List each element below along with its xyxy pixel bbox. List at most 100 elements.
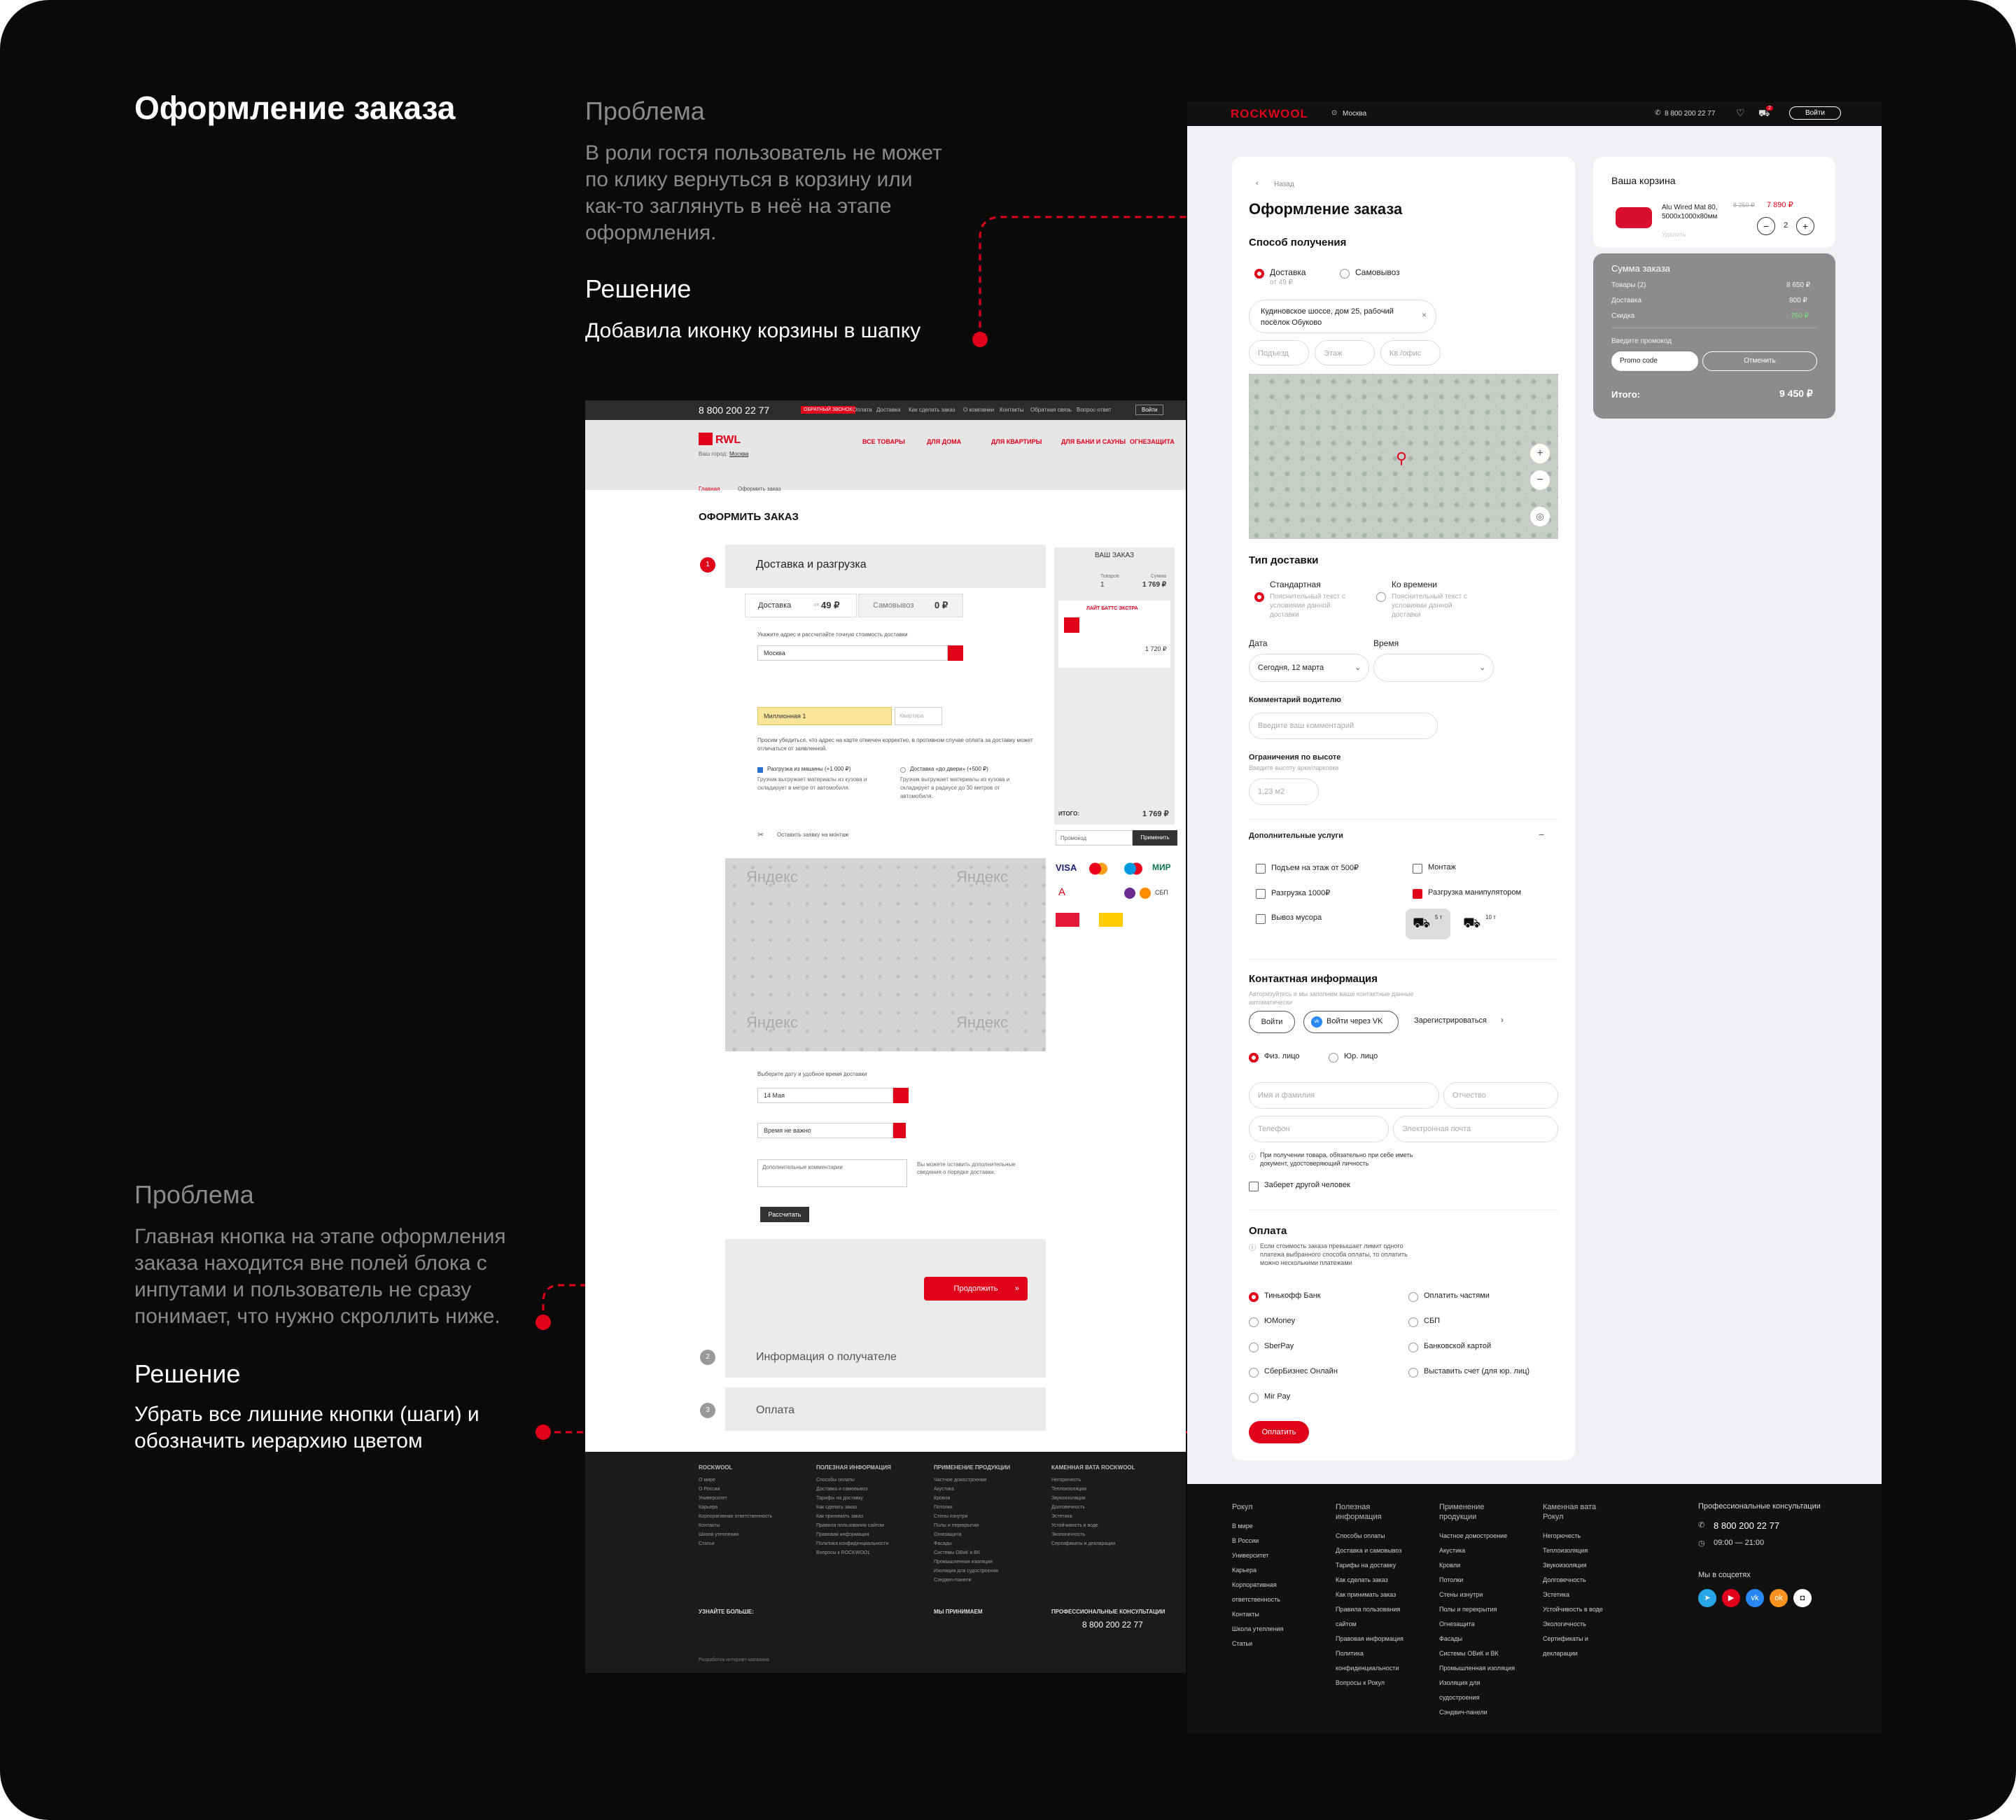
old-top-link[interactable]: Оплата <box>853 407 872 413</box>
other-person-checkbox[interactable] <box>1249 1182 1259 1191</box>
footer-link[interactable]: Изоляция для судостроения <box>1439 1676 1516 1705</box>
footer-link[interactable]: Политика конфиденциальности <box>816 1539 891 1548</box>
footer-link[interactable]: Корпоративная ответственность <box>1232 1578 1309 1607</box>
height-field[interactable]: 1,23 м2 <box>1249 778 1319 805</box>
footer-link[interactable]: Вопросы к Рокул <box>1336 1676 1413 1690</box>
footer-link[interactable]: Правила пользования сайтом <box>1336 1602 1413 1632</box>
footer-link[interactable]: Долговечность <box>1051 1503 1135 1512</box>
old-breadcrumb-home[interactable]: Главная <box>699 486 720 492</box>
old-time-dropdown[interactable] <box>893 1123 906 1138</box>
collapse-icon[interactable]: − <box>1539 829 1544 840</box>
cart-delete-link[interactable]: Удалить <box>1662 231 1686 238</box>
vk-icon[interactable]: vk <box>1746 1589 1764 1607</box>
footer-link[interactable]: Статьи <box>1232 1637 1309 1651</box>
company-radio[interactable] <box>1329 1053 1338 1063</box>
footer-link[interactable]: В мире <box>1232 1519 1309 1534</box>
old-calc-button[interactable]: Рассчитать <box>760 1207 809 1222</box>
old-tab-delivery[interactable]: Доставка от 49 ₽ <box>745 594 857 617</box>
footer-link[interactable]: Акустика <box>934 1485 1010 1494</box>
footer-link[interactable]: Огнезащита <box>1439 1617 1516 1632</box>
person-radio[interactable] <box>1249 1053 1259 1063</box>
footer-link[interactable]: Университет <box>699 1494 772 1503</box>
footer-link[interactable]: Кровли <box>934 1494 1010 1503</box>
old-top-link[interactable]: Контакты <box>1000 407 1024 413</box>
footer-link[interactable]: Контакты <box>699 1521 772 1530</box>
old-calendar-icon[interactable] <box>893 1088 909 1103</box>
truck-5t-option[interactable]: ⛟ 5 т <box>1406 909 1450 939</box>
footer-link[interactable]: Вопросы к ROCKWOOL <box>816 1548 891 1558</box>
footer-link[interactable]: Фасады <box>934 1539 1010 1548</box>
old-street-field[interactable]: Миллионная 1 <box>757 707 892 725</box>
payment-radio[interactable] <box>1249 1368 1259 1378</box>
new-city[interactable]: Москва <box>1343 110 1366 118</box>
old-install-link[interactable]: Оставить заявку на монтаж <box>777 832 848 838</box>
old-phone[interactable]: 8 800 200 22 77 <box>699 405 769 416</box>
old-date-field[interactable]: 14 Мая <box>757 1088 893 1103</box>
email-field[interactable]: Электронная почта <box>1393 1116 1558 1142</box>
old-callback-button[interactable]: ОБРАТНЫЙ ЗВОНОК <box>801 406 855 414</box>
footer-link[interactable]: Экологичность <box>1543 1617 1620 1632</box>
footer-link[interactable]: Стены изнутри <box>934 1512 1010 1521</box>
footer-link[interactable]: Негорючесть <box>1051 1476 1135 1485</box>
payment-radio[interactable] <box>1249 1292 1259 1302</box>
footer-link[interactable]: Кровли <box>1439 1558 1516 1573</box>
pay-button[interactable]: Оплатить <box>1249 1421 1309 1443</box>
footer-link[interactable]: Устойчивость в воде <box>1051 1521 1135 1530</box>
footer-link[interactable]: Сертификаты и декларации <box>1051 1539 1135 1548</box>
old-unload-checkbox[interactable] <box>757 767 763 773</box>
footer-link[interactable]: В России <box>1232 1534 1309 1548</box>
old-nav-item[interactable]: ОГНЕЗАЩИТА <box>1130 438 1175 445</box>
telegram-icon[interactable]: ➤ <box>1698 1589 1716 1607</box>
clear-icon[interactable]: × <box>1422 310 1427 320</box>
footer-link[interactable]: Сертификаты и декларации <box>1543 1632 1620 1661</box>
footer-link[interactable]: Сэндвич-панели <box>934 1576 1010 1585</box>
old-comment-field[interactable]: Дополнительные комментарии <box>757 1159 907 1187</box>
delivery-map[interactable]: ⚲ + − ◎ <box>1249 374 1558 539</box>
footer-link[interactable]: Доставка и самовывоз <box>816 1485 891 1494</box>
footer-link[interactable]: Как принимать заказ <box>816 1512 891 1521</box>
old-step3-block[interactable]: Оплата <box>725 1387 1046 1431</box>
payment-radio[interactable] <box>1408 1343 1418 1352</box>
old-time-field[interactable]: Время не важно <box>757 1123 893 1138</box>
footer-link[interactable]: Теплоизоляция <box>1543 1544 1620 1558</box>
footer-link[interactable]: Доставка и самовывоз <box>1336 1544 1413 1558</box>
minus-icon[interactable]: − <box>1757 217 1775 235</box>
footer-link[interactable]: Частное домостроение <box>934 1476 1010 1485</box>
register-link[interactable]: Зарегистрироваться <box>1414 1016 1487 1025</box>
old-apartment-field[interactable]: Квартира <box>895 707 942 725</box>
old-tab-pickup[interactable]: Самовывоз 0 ₽ <box>858 594 963 617</box>
footer-link[interactable]: Политика конфиденциальности <box>1336 1646 1413 1676</box>
old-promo-field[interactable]: Промокод <box>1056 830 1133 846</box>
address-field[interactable]: Кудиновское шоссе, дом 25, рабочий посёл… <box>1249 300 1436 333</box>
consult-phone[interactable]: 8 800 200 22 77 <box>1714 1520 1779 1531</box>
new-logo[interactable]: ROCKWOOL <box>1231 107 1308 121</box>
old-city-field[interactable]: Москва <box>757 645 948 661</box>
footer-link[interactable]: Правовая информация <box>816 1530 891 1539</box>
delivery-radio[interactable] <box>1254 269 1264 279</box>
payment-radio[interactable] <box>1408 1317 1418 1327</box>
back-link[interactable]: Назад <box>1274 181 1294 188</box>
old-consult-phone[interactable]: 8 800 200 22 77 <box>1082 1620 1143 1630</box>
service-checkbox[interactable] <box>1256 914 1266 924</box>
footer-link[interactable]: Полы и перекрытия <box>934 1521 1010 1530</box>
cart-product-name[interactable]: Alu Wired Mat 80, 5000х1000х80мм <box>1662 203 1733 221</box>
old-city-select[interactable]: Москва <box>729 451 748 457</box>
odnoklassniki-icon[interactable]: ok <box>1770 1589 1788 1607</box>
pickup-radio[interactable] <box>1340 269 1350 279</box>
phone-field[interactable]: Телефон <box>1249 1116 1389 1142</box>
footer-link[interactable]: Экологичность <box>1051 1530 1135 1539</box>
old-door-radio[interactable] <box>900 767 906 773</box>
footer-link[interactable]: Системы ОВиК и ВК <box>1439 1646 1516 1661</box>
payment-radio[interactable] <box>1249 1343 1259 1352</box>
name-field[interactable]: Имя и фамилия <box>1249 1082 1439 1109</box>
footer-link[interactable]: Карьера <box>699 1503 772 1512</box>
old-step1-title[interactable]: Доставка и разгрузка <box>756 559 867 571</box>
old-continue-button[interactable]: Продолжить » <box>924 1277 1028 1301</box>
old-login-button[interactable]: Войти <box>1135 405 1164 415</box>
old-top-link[interactable]: О компании <box>963 407 994 413</box>
footer-link[interactable]: Потолки <box>1439 1573 1516 1588</box>
new-phone[interactable]: 8 800 200 22 77 <box>1665 110 1715 118</box>
footer-link[interactable]: Корпоративная ответственность <box>699 1512 772 1521</box>
footer-link[interactable]: Изоляция для судостроения <box>934 1567 1010 1576</box>
comment-field[interactable]: Введите ваш комментарий <box>1249 713 1438 739</box>
